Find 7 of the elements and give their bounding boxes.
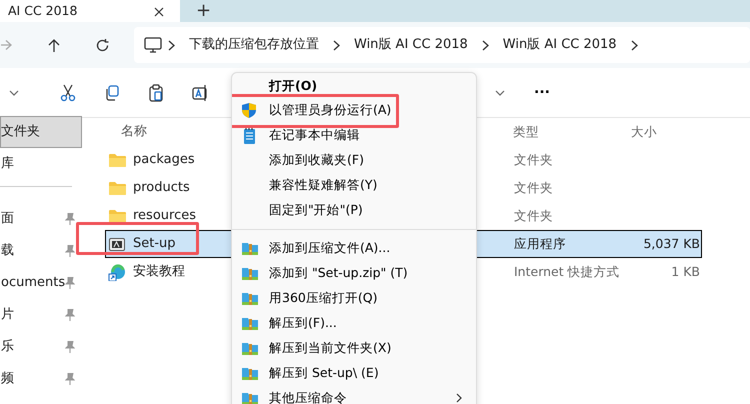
file-type: 文件夹 xyxy=(514,208,553,223)
file-type: Internet 快捷方式 xyxy=(514,264,620,279)
file-type: 应用程序 xyxy=(514,236,566,251)
file-size: 5,037 KB xyxy=(643,236,700,251)
file-size: 1 KB xyxy=(671,264,700,279)
file-type: 文件夹 xyxy=(514,180,553,195)
file-type: 文件夹 xyxy=(514,152,553,167)
